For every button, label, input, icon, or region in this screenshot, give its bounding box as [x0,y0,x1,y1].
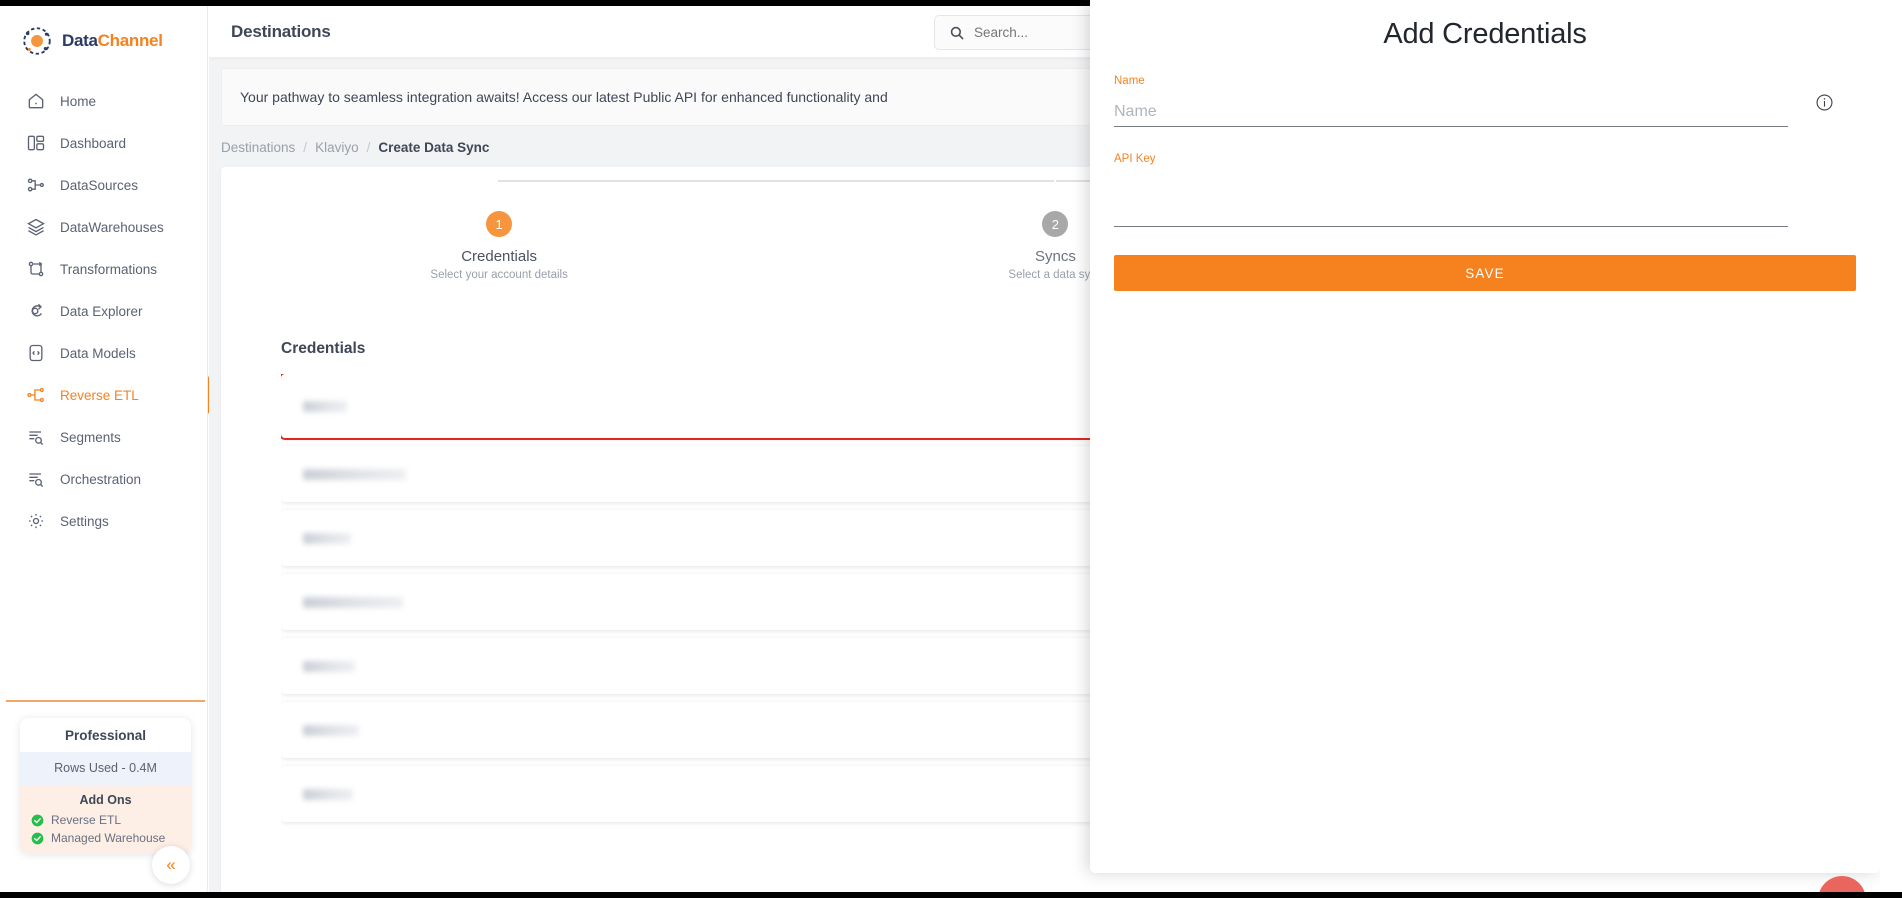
credential-name [303,596,403,608]
sidebar-item-datasources[interactable]: DataSources [4,164,207,206]
breadcrumb-item-destinations[interactable]: Destinations [221,140,295,155]
step-label: Syncs [1034,248,1076,265]
sidebar-item-dashboard[interactable]: Dashboard [4,122,207,164]
add-credentials-modal: Add Credentials Name API Key SAVE [1090,0,1880,873]
apikey-field-group: API Key [1114,153,1856,227]
plan-addon-label: Managed Warehouse [51,831,166,845]
credentials-section-title: Credentials [281,339,366,357]
apikey-field-label: API Key [1114,153,1156,165]
credential-name [303,400,347,412]
datasources-icon [27,178,44,192]
search-icon [950,26,964,39]
page-title: Destinations [231,21,331,41]
plan-addon-label: Reverse ETL [51,813,122,827]
credential-name [303,660,355,672]
step-number: 2 [1042,211,1069,237]
breadcrumb-separator: / [366,140,371,155]
sidebar-item-label: Data Models [60,345,136,361]
reverse-etl-icon [27,387,44,403]
step-label: Credentials [461,248,538,265]
sidebar-item-datawarehouses[interactable]: DataWarehouses [4,206,207,248]
breadcrumb-item-current: Create Data Sync [378,140,490,155]
right-page-edge [1880,0,1902,898]
sidebar-item-label: DataSources [60,177,139,193]
brand-text-part2: Channel [97,31,163,50]
transformations-icon [28,261,44,277]
sidebar-item-label: DataWarehouses [60,219,164,235]
sidebar-item-orchestration[interactable]: Orchestration [4,458,207,500]
orchestration-icon [29,473,44,487]
segments-icon [29,431,44,445]
name-field-label: Name [1114,75,1145,87]
plan-card[interactable]: Professional Rows Used - 0.4M Add Ons Re… [20,718,191,854]
apikey-input[interactable] [1114,175,1788,227]
sidebar-item-label: Transformations [60,261,158,277]
data-explorer-icon [31,303,42,317]
plan-addons-header: Add Ons [20,785,191,811]
stepper-connector [498,180,1054,182]
sidebar-item-data-explorer[interactable]: Data Explorer [4,290,207,332]
home-icon [28,93,44,109]
plan-rows-used: Rows Used - 0.4M [20,752,191,785]
chevron-left-double-icon: « [166,855,176,874]
datachannel-logo-icon [23,27,51,55]
credential-name [303,788,353,800]
step-sublabel: Select a data sync [1008,269,1103,281]
bottom-black-strip [0,892,1902,898]
credential-name [303,724,359,736]
sidebar-item-transformations[interactable]: Transformations [4,248,207,290]
brand-text-part1: Data [62,31,98,50]
credential-name [303,468,406,480]
sidebar-item-label: Settings [60,513,109,529]
app-root: DataChannel Home Dashboard DataSources D… [0,0,1902,898]
sidebar-item-home[interactable]: Home [4,80,207,122]
brand-text: DataChannel [62,31,163,51]
sidebar-item-data-models[interactable]: Data Models [4,332,207,374]
sidebar-item-reverse-etl[interactable]: Reverse ETL [4,374,212,416]
step-credentials[interactable]: 1 Credentials Select your account detail… [221,211,777,281]
plan-divider [6,700,205,702]
step-sublabel: Select your account details [430,269,568,281]
modal-title: Add Credentials [1383,18,1587,50]
breadcrumb-item-klaviyo[interactable]: Klaviyo [315,140,359,155]
data-models-icon [29,344,43,362]
plan-addon-item: Reverse ETL [20,811,191,829]
save-button[interactable]: SAVE [1114,255,1856,291]
plan-name: Professional [20,718,191,752]
sidebar-item-segments[interactable]: Segments [4,416,207,458]
credential-name [303,532,351,544]
name-field-group: Name [1114,75,1856,127]
breadcrumb-separator: / [303,140,308,155]
check-circle-icon [31,814,44,826]
info-icon[interactable] [1815,93,1834,112]
sidebar-item-label: Data Explorer [60,303,143,319]
sidebar-item-label: Reverse ETL [60,387,139,403]
name-input[interactable] [1114,97,1788,127]
step-number: 1 [486,211,513,237]
sidebar-item-label: Home [60,93,97,109]
brand[interactable]: DataChannel [4,6,207,74]
sidebar-item-label: Segments [60,429,121,445]
sidebar-item-settings[interactable]: Settings [4,500,207,542]
sidebar-item-label: Dashboard [60,135,127,151]
banner-text: Your pathway to seamless integration awa… [240,89,888,105]
datawarehouses-icon [27,218,45,236]
dashboard-icon [27,135,45,151]
sidebar: DataChannel Home Dashboard DataSources D… [4,6,212,892]
sidebar-collapse-button[interactable]: « [152,846,190,884]
gear-icon [28,513,44,529]
check-circle-icon [31,832,44,844]
sidebar-nav: Home Dashboard DataSources DataWarehouse… [4,80,212,542]
sidebar-item-label: Orchestration [60,471,142,487]
